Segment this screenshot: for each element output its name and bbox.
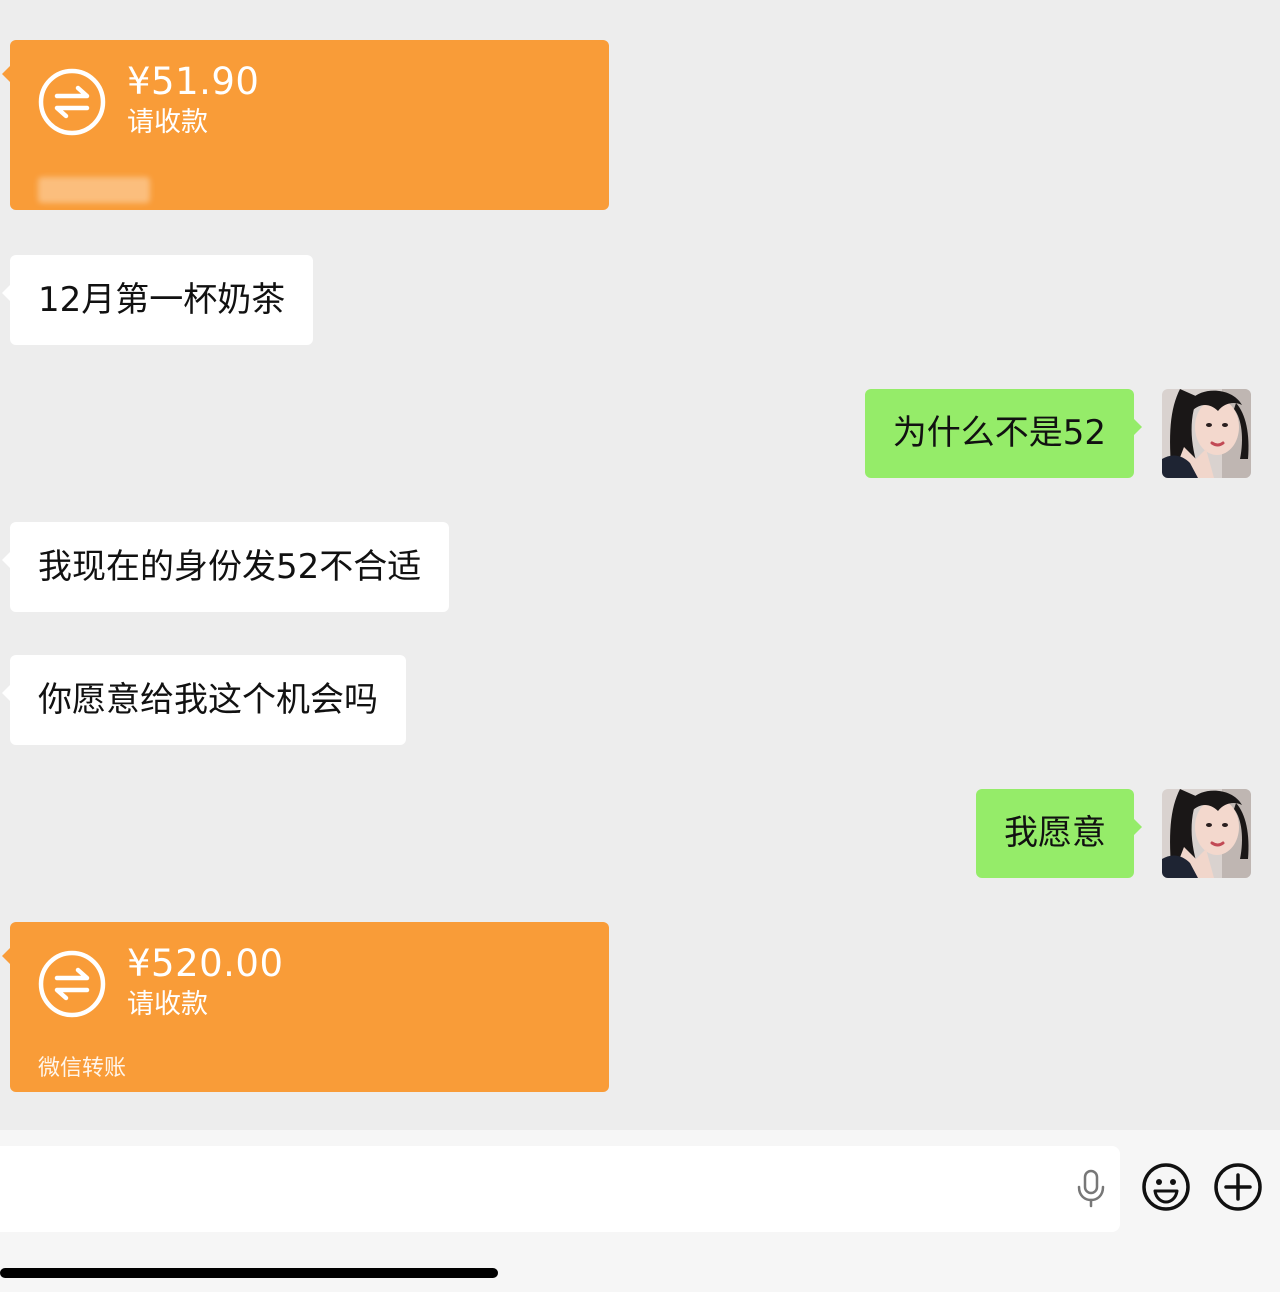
emoji-icon[interactable] — [1141, 1162, 1191, 1212]
avatar-photo-icon — [1162, 389, 1251, 478]
transfer-amount: ¥520.00 — [127, 942, 284, 985]
message-input[interactable] — [0, 1146, 1120, 1232]
transfer-arrows-icon — [38, 950, 106, 1018]
transfer-status: 请收款 — [127, 989, 208, 1020]
incoming-message[interactable]: 12月第一杯奶茶 — [1, 255, 314, 345]
incoming-message[interactable]: 你愿意给我这个机会吗 — [2, 655, 406, 745]
microphone-icon[interactable] — [1073, 1168, 1109, 1208]
transfer-arrows-icon — [38, 68, 106, 136]
avatar[interactable] — [1162, 389, 1251, 478]
avatar-photo-icon — [1162, 789, 1251, 878]
home-indicator — [0, 1268, 498, 1278]
outgoing-message[interactable]: 为什么不是52 — [864, 389, 1143, 478]
transfer-status: 请收款 — [127, 107, 208, 138]
transfer-amount: ¥51.90 — [127, 60, 260, 103]
transfer-source-blurred — [38, 177, 150, 203]
plus-circle-icon[interactable] — [1213, 1162, 1263, 1212]
incoming-message[interactable]: 我现在的身份发52不合适 — [1, 522, 450, 612]
transfer-card[interactable]: ¥520.00 请收款 微信转账 — [2, 922, 609, 1092]
transfer-card[interactable]: ¥51.90 请收款 — [2, 40, 609, 210]
chat-message-list: ¥51.90 请收款 12月第一杯奶茶 为什么不是52 我现在的身份发52不合适… — [0, 0, 1280, 1130]
avatar[interactable] — [1162, 789, 1251, 878]
transfer-source-label: 微信转账 — [38, 1056, 127, 1081]
outgoing-message[interactable]: 我愿意 — [976, 789, 1142, 878]
message-input-bar — [0, 1130, 1280, 1292]
